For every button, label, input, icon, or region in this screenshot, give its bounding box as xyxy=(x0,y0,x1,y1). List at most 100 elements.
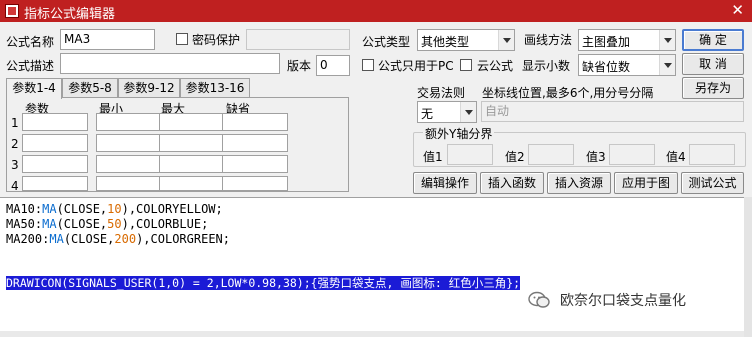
code-token: (CLOSE, xyxy=(56,202,108,216)
decimals-value: 缺省位数 xyxy=(582,60,631,74)
selected-code[interactable]: DRAWICON(SIGNALS_USER(1,0) = 2,LOW*0.98,… xyxy=(6,276,521,290)
version-label: 版本 xyxy=(287,59,312,73)
test-formula-button[interactable]: 测试公式 xyxy=(681,172,744,194)
param-name-cell[interactable] xyxy=(22,113,88,131)
vertical-scrollbar[interactable] xyxy=(744,197,752,337)
param-default-cell[interactable] xyxy=(222,176,288,191)
edit-ops-button[interactable]: 编辑操作 xyxy=(413,172,477,194)
param-max-cell[interactable] xyxy=(159,176,225,191)
close-icon[interactable]: ✕ xyxy=(731,1,744,19)
formula-type-select[interactable]: 其他类型 xyxy=(417,29,515,51)
formula-type-label: 公式类型 xyxy=(362,35,411,49)
y-value-input-4[interactable] xyxy=(689,144,735,165)
code-function: MA xyxy=(49,232,64,246)
y-value-input-2[interactable] xyxy=(528,144,574,165)
param-default-cell[interactable] xyxy=(222,113,288,131)
y-value-label: 值2 xyxy=(505,150,525,164)
draw-method-select[interactable]: 主图叠加 xyxy=(578,29,676,51)
param-max-cell[interactable] xyxy=(159,134,225,152)
code-token: MA10: xyxy=(6,202,43,216)
code-token: (CLOSE, xyxy=(63,232,115,246)
code-number: 50 xyxy=(107,217,122,231)
code-line: MA10:MA(CLOSE,10),COLORYELLOW; xyxy=(6,202,223,217)
password-input[interactable] xyxy=(246,29,350,50)
watermark-text: 欧奈尔口袋支点量化 xyxy=(560,293,686,309)
param-name-cell[interactable] xyxy=(22,176,88,191)
param-max-cell[interactable] xyxy=(159,113,225,131)
code-token: ),COLORBLUE; xyxy=(121,217,209,231)
code-token: (CLOSE, xyxy=(56,217,108,231)
code-editor[interactable]: MA10:MA(CLOSE,10),COLORYELLOW; MA50:MA(C… xyxy=(0,197,744,337)
param-min-cell[interactable] xyxy=(96,134,162,152)
insert-resource-button[interactable]: 插入资源 xyxy=(547,172,611,194)
code-function: MA xyxy=(42,202,57,216)
cloud-formula-label: 云公式 xyxy=(477,59,514,73)
code-token: MA50: xyxy=(6,217,43,231)
wechat-icon xyxy=(528,291,550,308)
trade-rule-value: 无 xyxy=(421,107,434,121)
tab-params-1-4[interactable]: 参数1-4 xyxy=(6,78,62,99)
param-row-index: 4 xyxy=(11,179,19,193)
save-as-button[interactable]: 另存为 xyxy=(682,77,744,99)
param-min-cell[interactable] xyxy=(96,155,162,173)
formula-name-label: 公式名称 xyxy=(6,35,55,49)
extra-y-label: 额外Y轴分界 xyxy=(423,125,495,142)
y-value-input-1[interactable] xyxy=(447,144,493,165)
window-title: 指标公式编辑器 xyxy=(24,7,116,22)
decimals-label: 显示小数 xyxy=(522,59,571,73)
tab-params-13-16[interactable]: 参数13-16 xyxy=(180,78,250,98)
code-token: ),COLORGREEN; xyxy=(136,232,230,246)
y-value-input-3[interactable] xyxy=(609,144,655,165)
param-name-cell[interactable] xyxy=(22,134,88,152)
password-label: 密码保护 xyxy=(192,33,241,47)
title-bar[interactable]: 指标公式编辑器 ✕ xyxy=(0,0,752,22)
apply-to-chart-button[interactable]: 应用于图 xyxy=(614,172,678,194)
param-row-index: 3 xyxy=(11,158,19,172)
code-token: MA200: xyxy=(6,232,50,246)
y-value-label: 值4 xyxy=(666,150,686,164)
formula-name-input[interactable]: MA3 xyxy=(60,29,155,50)
decimals-select[interactable]: 缺省位数 xyxy=(578,54,676,76)
chevron-down-icon[interactable] xyxy=(460,102,476,122)
param-default-cell[interactable] xyxy=(222,155,288,173)
trade-rule-label: 交易法则 xyxy=(417,86,466,100)
pc-only-checkbox[interactable] xyxy=(362,59,374,71)
param-default-cell[interactable] xyxy=(222,134,288,152)
param-row-index: 1 xyxy=(11,116,19,130)
param-row-index: 2 xyxy=(11,137,19,151)
cancel-button[interactable]: 取 消 xyxy=(682,53,744,75)
formula-desc-input[interactable] xyxy=(60,53,280,74)
code-line: MA200:MA(CLOSE,200),COLORGREEN; xyxy=(6,232,230,247)
formula-desc-label: 公式描述 xyxy=(6,59,55,73)
draw-method-label: 画线方法 xyxy=(524,33,573,47)
code-function: MA xyxy=(42,217,57,231)
version-input[interactable]: 0 xyxy=(316,55,350,76)
params-panel: 参数 最小 最大 缺省 1 2 3 4 xyxy=(6,97,349,193)
param-max-cell[interactable] xyxy=(159,155,225,173)
code-number: 200 xyxy=(114,232,137,246)
code-token: ),COLORYELLOW; xyxy=(121,202,223,216)
formula-type-value: 其他类型 xyxy=(421,35,470,49)
coord-line-input[interactable]: 自动 xyxy=(481,101,744,122)
param-min-cell[interactable] xyxy=(96,176,162,191)
chevron-down-icon[interactable] xyxy=(659,30,675,50)
tab-params-5-8[interactable]: 参数5-8 xyxy=(62,78,118,98)
code-line: MA50:MA(CLOSE,50),COLORBLUE; xyxy=(6,217,208,232)
chevron-down-icon[interactable] xyxy=(659,55,675,75)
pc-only-label: 公式只用于PC xyxy=(378,59,454,73)
insert-function-button[interactable]: 插入函数 xyxy=(480,172,544,194)
draw-method-value: 主图叠加 xyxy=(582,35,631,49)
cloud-formula-checkbox[interactable] xyxy=(460,59,472,71)
y-value-label: 值1 xyxy=(423,150,443,164)
code-line: DRAWICON(SIGNALS_USER(1,0) = 2,LOW*0.98,… xyxy=(6,276,521,291)
param-name-cell[interactable] xyxy=(22,155,88,173)
chevron-down-icon[interactable] xyxy=(498,30,514,50)
password-checkbox[interactable] xyxy=(176,33,188,45)
coord-line-label: 坐标线位置,最多6个,用分号分隔 xyxy=(482,86,654,100)
horizontal-scrollbar[interactable] xyxy=(0,331,744,337)
ok-button[interactable]: 确 定 xyxy=(682,29,744,51)
tab-params-9-12[interactable]: 参数9-12 xyxy=(118,78,180,98)
param-min-cell[interactable] xyxy=(96,113,162,131)
trade-rule-select[interactable]: 无 xyxy=(417,101,477,123)
y-value-label: 值3 xyxy=(586,150,606,164)
